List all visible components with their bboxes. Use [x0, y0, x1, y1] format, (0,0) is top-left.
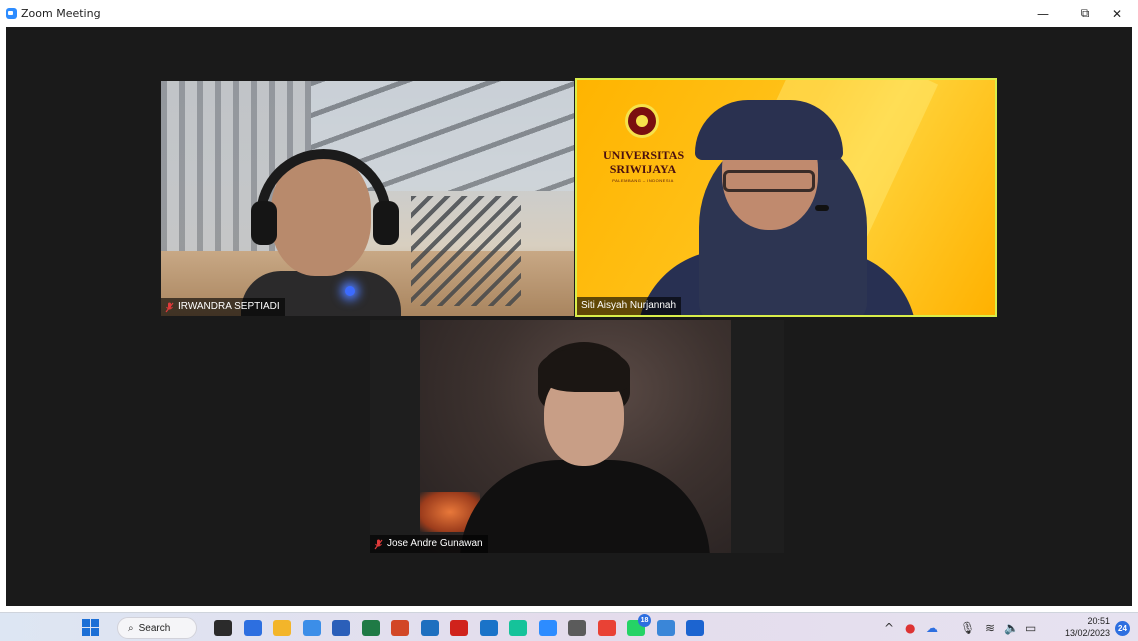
teams-icon[interactable]: ● [905, 621, 915, 635]
taskbar: ⌕ Search 18 ^ ● ☁ 🎙 ≋ 🔈 ▭ 20:51 13/02/20… [0, 612, 1138, 641]
zoom-icon[interactable] [538, 620, 557, 636]
zoom-app-icon [6, 8, 17, 19]
file-explorer-icon[interactable] [273, 620, 291, 636]
participant-name: IRWANDRA SEPTIADI [178, 301, 280, 312]
participant-name: Jose Andre Gunawan [387, 538, 483, 549]
participant-glasses [723, 170, 815, 192]
windows-start-icon[interactable] [82, 619, 99, 636]
onedrive-icon[interactable]: ☁ [926, 621, 938, 635]
background-stairs [411, 196, 521, 306]
participant-name-tag: IRWANDRA SEPTIADI [161, 298, 285, 316]
zoom-chat-icon[interactable] [243, 620, 262, 636]
acrobat-icon[interactable] [450, 620, 468, 636]
grammarly-icon[interactable] [509, 620, 527, 636]
chevron-up-icon[interactable]: ^ [884, 621, 894, 635]
wifi-icon[interactable]: ≋ [985, 621, 995, 635]
window-title: Zoom Meeting [21, 7, 101, 20]
zoom-active-icon[interactable] [686, 620, 704, 636]
mic-muted-icon [165, 302, 174, 313]
headset-led [345, 286, 355, 296]
media-icon[interactable] [479, 620, 498, 636]
notepad-icon[interactable] [302, 620, 321, 636]
taskbar-clock[interactable]: 20:51 13/02/2023 [1056, 615, 1110, 639]
speaker-icon[interactable]: 🔈 [1004, 621, 1019, 635]
participant-name-tag: Jose Andre Gunawan [370, 535, 488, 553]
task-view-icon[interactable] [214, 620, 232, 636]
word-icon[interactable] [332, 620, 350, 636]
university-logo [625, 104, 659, 138]
search-label: Search [138, 622, 171, 634]
clock-date: 13/02/2023 [1064, 628, 1110, 638]
close-button[interactable]: ✕ [1096, 0, 1138, 27]
meeting-gallery: IRWANDRA SEPTIADI UNIVERSITAS SRIWIJAYA … [6, 27, 1132, 606]
notification-count-badge[interactable]: 24 [1115, 621, 1130, 636]
headset-mic [815, 205, 829, 211]
photos-icon[interactable] [420, 620, 439, 636]
microphone-icon[interactable]: 🎙 [960, 621, 975, 635]
participant-video [420, 320, 731, 553]
search-icon: ⌕ [128, 622, 134, 634]
pen-tool-icon[interactable] [568, 620, 586, 636]
university-name-line1: UNIVERSITAS [603, 148, 685, 162]
headset-earcup-right [373, 201, 399, 245]
video-tile-irwandra[interactable]: IRWANDRA SEPTIADI [161, 81, 574, 316]
app-badge: 18 [638, 614, 651, 627]
chrome-icon[interactable] [597, 620, 616, 636]
university-location: PALEMBANG – INDONESIA [612, 178, 674, 183]
university-name-line2: SRIWIJAYA [609, 162, 677, 176]
title-bar: Zoom Meeting — ⧉ ✕ [0, 0, 1138, 27]
battery-icon[interactable]: ▭ [1025, 621, 1036, 635]
video-tile-jose[interactable]: Jose Andre Gunawan [370, 320, 784, 553]
excel-icon[interactable] [361, 620, 380, 636]
snipping-icon[interactable] [656, 620, 675, 636]
participant-body [460, 460, 710, 553]
minimize-button[interactable]: — [1022, 0, 1064, 27]
participant-fringe [538, 348, 630, 392]
participant-name: Siti Aisyah Nurjannah [581, 300, 677, 311]
participant-name-tag: Siti Aisyah Nurjannah [577, 297, 682, 315]
video-tile-siti[interactable]: UNIVERSITAS SRIWIJAYA PALEMBANG – INDONE… [575, 78, 997, 317]
powerpoint-icon[interactable] [391, 620, 409, 636]
mic-muted-icon [374, 539, 383, 550]
participant-headscarf [695, 100, 843, 160]
taskbar-search[interactable]: ⌕ Search [117, 617, 197, 639]
headset-earcup-left [251, 201, 277, 245]
clock-time: 20:51 [1087, 616, 1110, 626]
